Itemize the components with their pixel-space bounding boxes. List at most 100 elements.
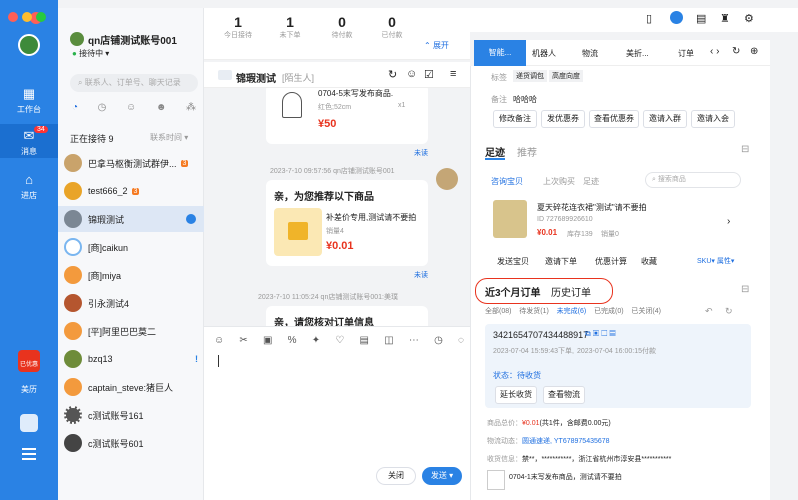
dots-icon[interactable]: ⋯	[409, 335, 419, 346]
send-product-button[interactable]: 发送宝贝	[497, 256, 529, 267]
nav-workbench[interactable]: ▦ 工作台	[0, 86, 58, 114]
prev-next-icon[interactable]: ‹ ›	[710, 46, 719, 57]
collapse-icon[interactable]: ⊟	[741, 284, 749, 295]
chat-tab-icon[interactable]: ◔	[72, 102, 78, 118]
sort-dropdown[interactable]: 联系时间 ▾	[150, 132, 188, 143]
order-item-image[interactable]	[487, 470, 505, 490]
sku-dropdown[interactable]: SKU▾ 属性▾	[697, 256, 734, 266]
list-item[interactable]: captain_steve:猪巨人	[64, 374, 204, 400]
shirt-icon[interactable]: ♜	[720, 12, 730, 25]
clock-icon[interactable]: ◷	[434, 335, 443, 346]
sub-tab-foot[interactable]: 足迹	[583, 176, 599, 187]
tab-history-orders[interactable]: 历史订单	[551, 284, 591, 299]
settings-icon[interactable]: ⚙	[744, 12, 754, 25]
expand-icon[interactable]: ⊟	[741, 144, 749, 155]
close-button[interactable]: 关闭	[376, 467, 416, 485]
tag-chip[interactable]: 递货调包	[513, 70, 547, 82]
traffic-max[interactable]	[36, 12, 46, 22]
list-item-selected[interactable]: 锦瑕测试	[58, 206, 204, 232]
shop-avatar[interactable]	[18, 34, 40, 56]
stat-unordered[interactable]: 1 未下单	[270, 14, 310, 40]
invite-group-button[interactable]: 邀请入群	[643, 110, 687, 128]
image-icon[interactable]: ▣	[263, 335, 272, 346]
stat-unpaid[interactable]: 0 待付款	[322, 14, 362, 40]
org-tab-icon[interactable]: ⁂	[186, 102, 196, 118]
list-item[interactable]: [商]caikun	[64, 234, 204, 260]
search-input[interactable]: ⌕ 联系人、订单号、聊天记录	[70, 74, 198, 92]
user-icon[interactable]: ☺	[406, 68, 417, 80]
tab-recommend[interactable]: 推荐	[517, 144, 537, 159]
nav-store[interactable]: ⌂ 进店	[0, 172, 58, 200]
service-icon[interactable]	[20, 414, 38, 432]
sub-tab-last[interactable]: 上次购买	[543, 176, 575, 187]
product-search-input[interactable]: ⌕ 搜索商品	[645, 172, 741, 188]
check-icon[interactable]: ☑	[424, 68, 434, 81]
view-logistics-button[interactable]: 查看物流	[543, 386, 585, 404]
tag-icon[interactable]: ◫	[384, 335, 393, 346]
doc-icon[interactable]: ▤	[360, 335, 369, 346]
promo-icon[interactable]: 已优惠	[18, 350, 40, 372]
discount-calc-button[interactable]: 优惠计算	[595, 256, 627, 267]
stat-paid[interactable]: 0 已付款	[372, 14, 412, 40]
tab-orders[interactable]: 订单	[678, 48, 694, 59]
user-tab-icon[interactable]: ☺	[126, 102, 136, 118]
invite-order-button[interactable]: 邀请下单	[545, 256, 577, 267]
order-card[interactable]: 3421654707434488917 ⧉ ▣ ☐ ▤ 2023-07-04 1…	[485, 324, 751, 408]
sub-tab-consult[interactable]: 咨询宝贝	[491, 176, 523, 187]
scissors-icon[interactable]: ✂	[239, 335, 247, 346]
send-button[interactable]: 发送 ▾	[422, 467, 462, 485]
gift-icon[interactable]: ✦	[312, 335, 320, 346]
tab-robot[interactable]: 机器人	[532, 48, 556, 59]
menu-icon[interactable]	[22, 448, 36, 460]
order-check-message[interactable]: 亲，请您核对订单信息	[266, 306, 428, 326]
favorite-button[interactable]: 收藏	[641, 256, 657, 267]
traffic-min[interactable]	[22, 12, 32, 22]
undo-icon[interactable]: ↶	[705, 306, 713, 317]
tracking-link[interactable]: 圆通速递, YT678975435678	[522, 438, 610, 445]
edit-note-button[interactable]: 修改备注	[493, 110, 537, 128]
tab-smart[interactable]: 智能...	[474, 40, 526, 66]
heart-icon[interactable]: ♡	[335, 335, 344, 346]
product-message[interactable]: 0704-5末写发布商品. 红色;52cm x1 ¥50	[266, 88, 428, 144]
invite-member-button[interactable]: 邀请入会	[691, 110, 735, 128]
tab-footprint[interactable]: 足迹	[485, 144, 505, 159]
refresh-icon[interactable]: ↻	[388, 68, 397, 81]
tab-recent-orders[interactable]: 近3个月订单	[485, 284, 541, 299]
expand-button[interactable]: ⌃ 展开	[424, 40, 449, 51]
list-item[interactable]: c测试账号601	[64, 430, 204, 456]
chevron-right-icon[interactable]: ›	[727, 216, 730, 227]
bottom-label[interactable]: 美历	[0, 384, 58, 395]
extend-receipt-button[interactable]: 延长收货	[495, 386, 537, 404]
phone-icon[interactable]: ▯	[646, 12, 652, 25]
tag-chip[interactable]: 高度向度	[549, 70, 583, 82]
list-item[interactable]: [商]miya	[64, 262, 204, 288]
stat-today[interactable]: 1 今日接待	[218, 14, 258, 40]
add-icon[interactable]: ⊕	[750, 46, 758, 57]
list-item[interactable]: [平]阿里巴巴莫二	[64, 318, 204, 344]
coupon-icon[interactable]: %	[288, 335, 297, 346]
refresh-icon[interactable]: ↻	[725, 306, 733, 317]
tab-meizhe[interactable]: 美折...	[626, 48, 649, 59]
list-item[interactable]: 引永测试4	[64, 290, 204, 316]
history-tab-icon[interactable]: ◷	[98, 102, 107, 118]
send-coupon-button[interactable]: 发优惠券	[541, 110, 585, 128]
emoji-icon[interactable]: ☺	[214, 335, 224, 346]
list-item[interactable]: bzq13!	[64, 346, 204, 372]
text-cursor[interactable]	[218, 355, 219, 367]
more-menu-icon[interactable]: ≡	[450, 68, 456, 80]
list-item[interactable]: c测试账号161	[64, 402, 204, 428]
list-item[interactable]: 巴拿马枢衡测试群伊... 3	[64, 150, 204, 176]
chat-icon[interactable]: ◌	[458, 335, 464, 346]
recommend-message[interactable]: 亲，为您推荐以下商品 补差价专用,测试请不要拍 销量4 ¥0.01	[266, 180, 428, 266]
view-coupon-button[interactable]: 查看优惠券	[589, 110, 639, 128]
note-icon[interactable]: ▤	[696, 12, 706, 25]
group-tab-icon[interactable]: ☻	[156, 102, 167, 118]
product-image[interactable]	[493, 200, 527, 238]
nav-messages[interactable]: ✉ 消息 34	[0, 124, 58, 158]
reload-icon[interactable]: ↻	[732, 46, 740, 57]
list-item[interactable]: test666_2 3	[64, 178, 204, 204]
status-dropdown[interactable]: ● 接待中 ▾	[72, 48, 109, 59]
copy-icon[interactable]: ⧉ ▣ ☐ ▤	[585, 329, 616, 339]
traffic-close[interactable]	[8, 12, 18, 22]
tab-logistics[interactable]: 物流	[582, 48, 598, 59]
